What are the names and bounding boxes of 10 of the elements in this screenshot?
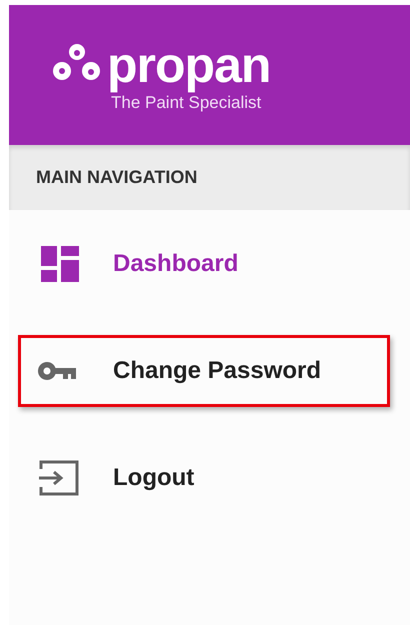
nav-item-label: Change Password [113, 356, 322, 386]
nav-item[interactable]: Dashboard [18, 228, 390, 300]
paint-dots-logo-icon [51, 43, 103, 81]
nav-item-label: Logout [113, 463, 194, 493]
nav-item[interactable]: Change Password [18, 335, 390, 407]
nav-item-label: Dashboard [113, 249, 238, 279]
exit-arrow-icon [37, 460, 81, 496]
brand-tagline: The Paint Specialist [111, 94, 262, 110]
nav-section-heading: MAIN NAVIGATION [9, 145, 410, 210]
nav-item[interactable]: Logout [18, 442, 390, 514]
